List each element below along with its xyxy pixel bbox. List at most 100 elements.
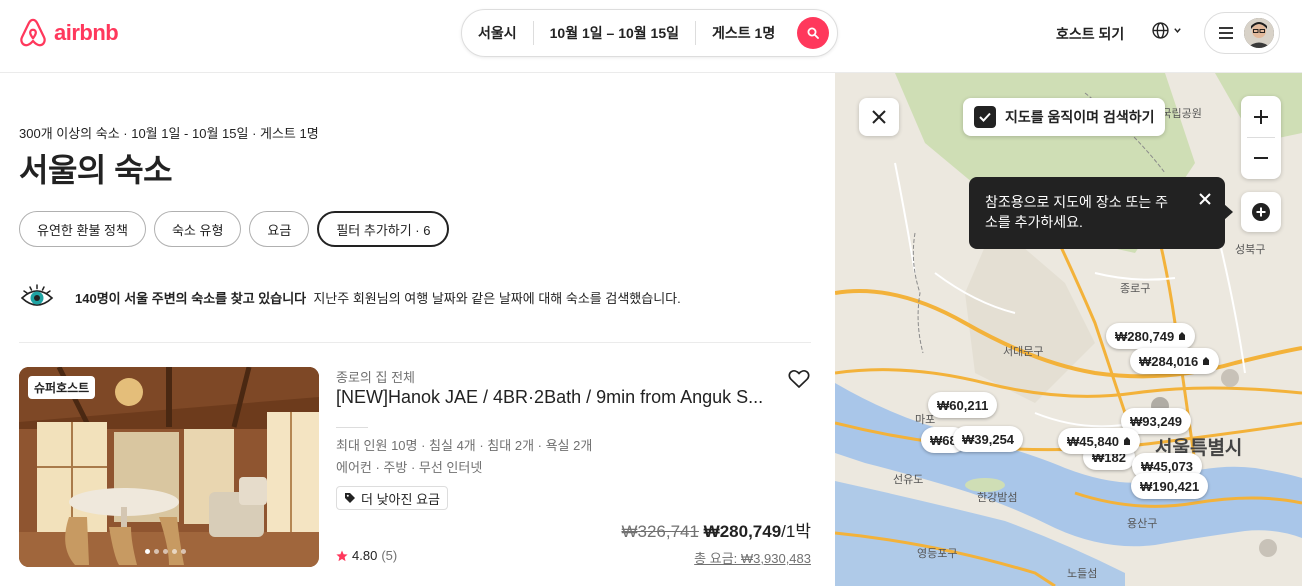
lower-price-label: 더 낮아진 요금 (361, 491, 440, 507)
pagination-dot[interactable] (154, 549, 159, 554)
tag-icon (1179, 332, 1186, 340)
tag-icon (1124, 437, 1131, 445)
add-circle-icon (1252, 203, 1270, 221)
search-bar[interactable]: 서울시 10월 1일 – 10월 15일 게스트 1명 (461, 9, 838, 57)
tooltip-arrow (1224, 204, 1233, 220)
tag-icon (345, 493, 355, 503)
listing-price: ₩326,741 ₩280,749/1박 (621, 517, 811, 542)
zoom-in-button[interactable] (1253, 97, 1269, 137)
price-pin-label: ₩93,249 (1130, 413, 1183, 429)
become-host-link[interactable]: 호스트 되기 (1056, 24, 1124, 44)
total-price-link[interactable]: 총 요금: ₩3,930,483 (694, 548, 811, 567)
old-price: ₩326,741 (621, 522, 699, 541)
logo-text: airbnb (54, 20, 119, 45)
price-pin[interactable]: ₩284,016 (1130, 348, 1220, 374)
current-price: ₩280,749 (703, 522, 782, 541)
photo-pagination[interactable] (145, 549, 186, 554)
map-label-jongno: 종로구 (1120, 283, 1151, 295)
search-dates[interactable]: 10월 1일 – 10월 15일 (534, 23, 695, 43)
map-label-seonyudo: 선유도 (893, 474, 924, 486)
map-label-nodeulseom: 노들섬 (1067, 568, 1098, 580)
map-label-yeongdeungpo: 영등포구 (917, 548, 958, 560)
demand-banner: 140명이 서울 주변의 숙소를 찾고 있습니다 지난주 회원님의 여행 날짜와… (19, 281, 811, 313)
listing-rating: 4.80 (5) (336, 548, 397, 563)
plus-icon (1254, 110, 1268, 124)
rating-value: 4.80 (352, 548, 378, 563)
zoom-controls (1241, 96, 1281, 179)
map-label-seodaemun: 서대문구 (1003, 346, 1044, 358)
price-pin[interactable]: ₩39,254 (953, 426, 1024, 452)
map-label-bamseom: 한강밤섬 (977, 492, 1018, 504)
pagination-dot[interactable] (172, 549, 177, 554)
price-pin-label: ₩45,073 (1141, 458, 1194, 474)
airbnb-logo[interactable]: airbnb (18, 17, 119, 49)
listing-card[interactable]: 슈퍼호스트 종로의 집 전체 [NEW]Hanok JAE / 4BR·2Bat… (19, 367, 811, 567)
search-guests[interactable]: 게스트 1명 (696, 23, 791, 43)
close-icon[interactable] (1199, 193, 1211, 205)
checkbox-checked[interactable] (974, 106, 996, 128)
review-count: (5) (381, 548, 398, 563)
price-pin-label: ₩45,840 (1067, 433, 1120, 449)
price-pin-label: ₩284,016 (1139, 353, 1199, 369)
top-header: airbnb 서울시 10월 1일 – 10월 15일 게스트 1명 호스트 되… (0, 0, 1302, 73)
map-label-yongsan: 용산구 (1127, 518, 1158, 530)
zoom-out-button[interactable] (1253, 138, 1269, 178)
listing-amenities: 에어컨 · 주방 · 무선 인터넷 (336, 460, 483, 475)
lower-price-tag: 더 낮아진 요금 (336, 486, 448, 510)
globe-icon (1152, 22, 1169, 39)
filter-price[interactable]: 요금 (249, 211, 310, 247)
heart-icon[interactable] (787, 367, 811, 391)
divider (19, 342, 811, 343)
map-tooltip: 참조용으로 지도에 장소 또는 주소를 추가하세요. (969, 177, 1225, 249)
listing-info: 종로의 집 전체 [NEW]Hanok JAE / 4BR·2Bath / 9m… (336, 367, 811, 567)
pagination-dot[interactable] (163, 549, 168, 554)
pagination-dot[interactable] (181, 549, 186, 554)
filter-bar: 유연한 환불 정책 숙소 유형 요금 필터 추가하기 · 6 (19, 211, 450, 247)
eye-icon (20, 284, 54, 306)
map-panel[interactable]: 북한산국립공원 성북구 종로구 서대문구 마포 서울특별시 선유도 한강밤섬 용… (835, 73, 1302, 586)
page-title: 서울의 숙소 (19, 152, 173, 188)
tag-icon (1203, 357, 1210, 365)
add-place-button[interactable] (1241, 192, 1281, 232)
map-canvas[interactable] (835, 73, 1302, 586)
filter-property-type[interactable]: 숙소 유형 (153, 211, 242, 247)
divider (336, 427, 368, 428)
price-pin[interactable]: ₩45,840 (1058, 428, 1141, 454)
price-pin-label: ₩60,211 (937, 397, 989, 413)
pagination-dot[interactable] (145, 549, 150, 554)
price-pin-label: ₩280,749 (1115, 328, 1175, 344)
price-pin[interactable]: ₩60,211 (928, 392, 998, 418)
close-icon (872, 110, 886, 124)
price-pin[interactable]: ₩190,421 (1131, 473, 1209, 499)
search-icon (807, 27, 819, 39)
search-as-map-moves-label: 지도를 움직이며 검색하기 (1005, 109, 1155, 125)
user-photo-icon (1244, 18, 1274, 48)
search-as-map-moves-toggle[interactable]: 지도를 움직이며 검색하기 (963, 98, 1166, 136)
listing-photo[interactable]: 슈퍼호스트 (19, 367, 319, 567)
airbnb-logo-icon (20, 18, 46, 47)
price-pin-label: ₩190,421 (1140, 478, 1200, 494)
check-icon (979, 112, 991, 122)
menu-icon (1219, 27, 1233, 39)
price-unit: /1박 (781, 522, 811, 541)
chevron-down-icon (1174, 28, 1181, 33)
user-menu-button[interactable] (1204, 12, 1280, 54)
results-summary: 300개 이상의 숙소 · 10월 1일 - 10월 15일 · 게스트 1명 (19, 126, 319, 141)
price-pin-label: ₩39,254 (962, 431, 1015, 447)
listing-details: 최대 인원 10명 · 침실 4개 · 침대 2개 · 욕실 2개 (336, 438, 593, 453)
filter-more-filters[interactable]: 필터 추가하기 · 6 (317, 211, 450, 247)
superhost-badge: 슈퍼호스트 (28, 376, 96, 399)
listing-type: 종로의 집 전체 (336, 370, 415, 385)
avatar (1244, 18, 1274, 48)
search-location[interactable]: 서울시 (462, 23, 533, 43)
map-tooltip-text: 참조용으로 지도에 장소 또는 주소를 추가하세요. (985, 194, 1168, 230)
filter-flexible-cancellation[interactable]: 유연한 환불 정책 (19, 211, 146, 247)
price-pin[interactable]: ₩280,749 (1106, 323, 1196, 349)
search-button[interactable] (797, 17, 829, 49)
minus-icon (1254, 157, 1268, 159)
close-map-button[interactable] (859, 98, 899, 136)
map-label-seongbuk: 성북구 (1235, 244, 1266, 256)
listing-title[interactable]: [NEW]Hanok JAE / 4BR·2Bath / 9min from A… (336, 387, 766, 408)
demand-banner-detail: 지난주 회원님의 여행 날짜와 같은 날짜에 대해 숙소를 검색했습니다. (313, 290, 681, 306)
language-button[interactable] (1152, 22, 1182, 39)
